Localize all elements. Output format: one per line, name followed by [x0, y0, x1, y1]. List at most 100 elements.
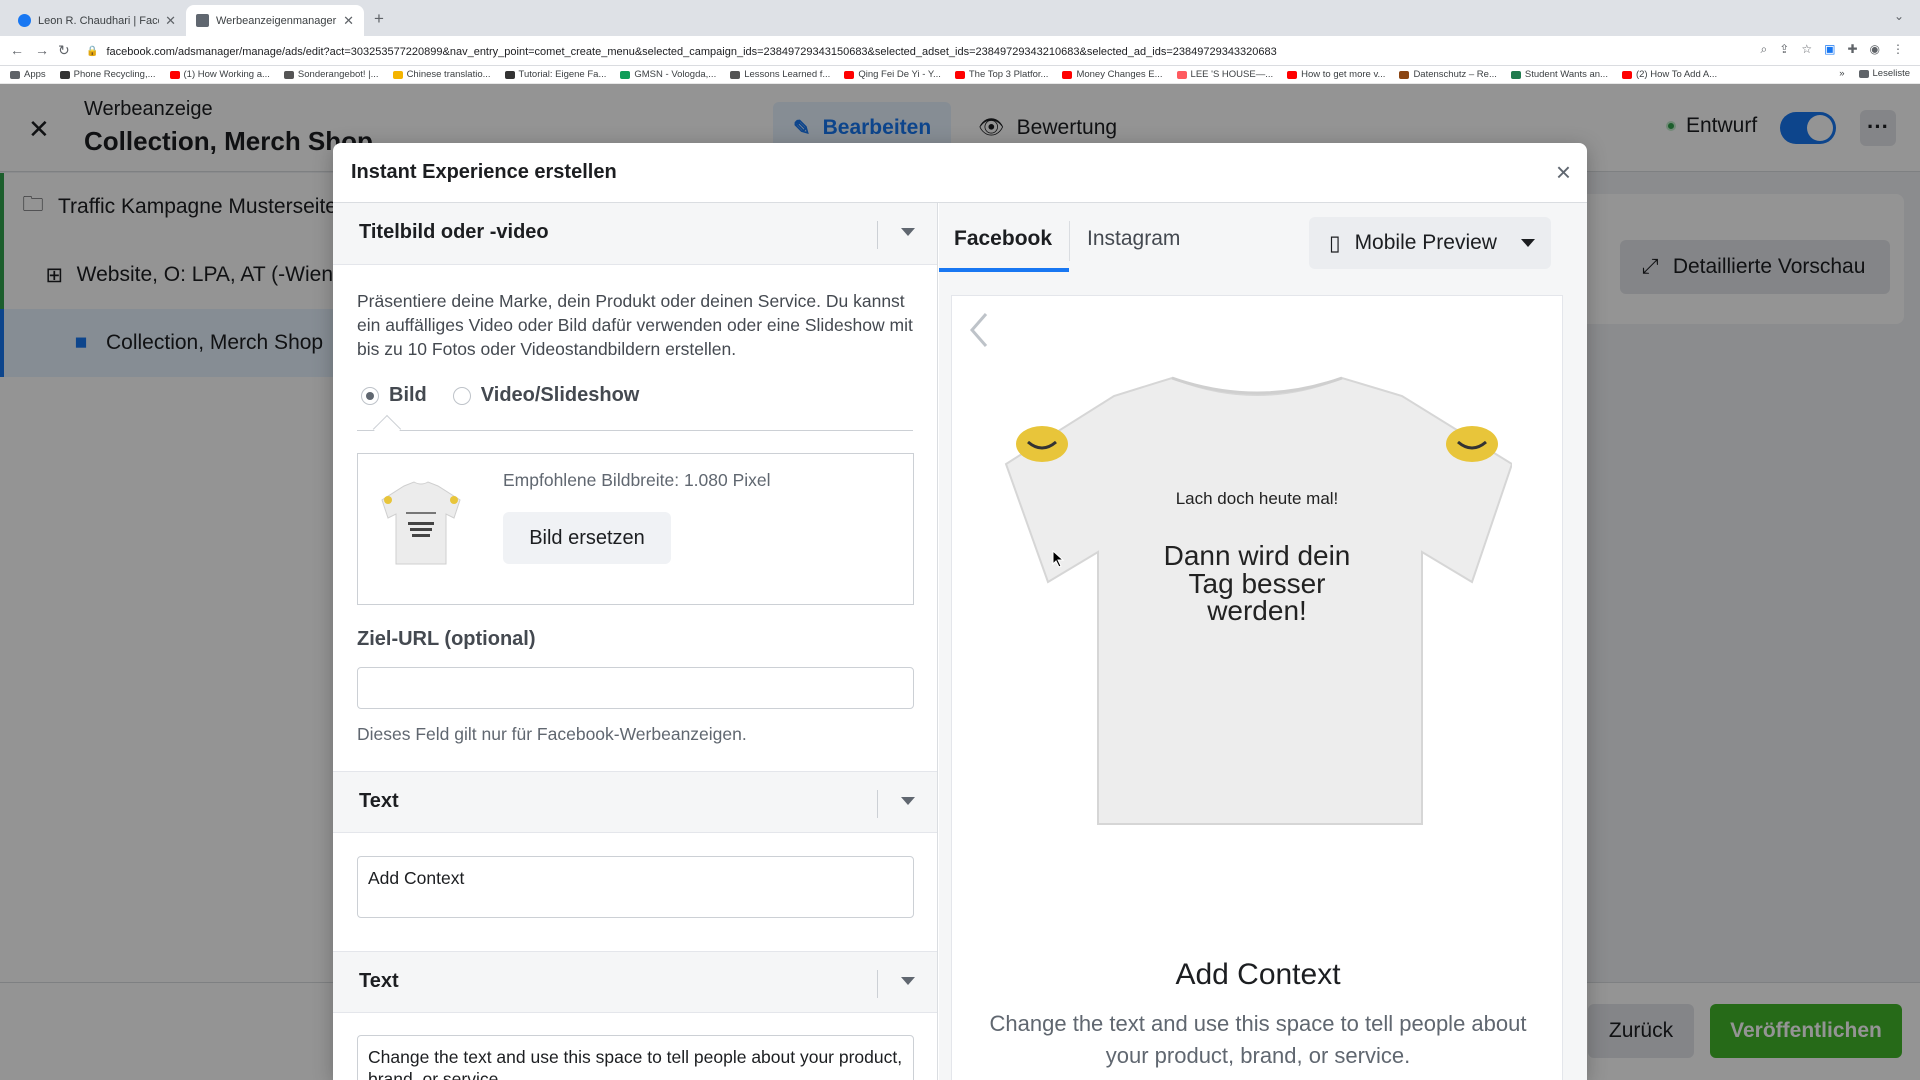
- target-url-input[interactable]: [357, 667, 914, 709]
- radio-unselected-icon[interactable]: [452, 386, 471, 405]
- bookmark-item[interactable]: Tutorial: Eigene Fa...: [504, 69, 606, 80]
- tab-search-chevron-icon[interactable]: ⌄: [1894, 9, 1904, 23]
- image-upload-box: Empfohlene Bildbreite: 1.080 Pixel Bild …: [357, 453, 914, 605]
- bookmark-item[interactable]: (2) How To Add A...: [1621, 69, 1717, 80]
- target-url-hint: Dieses Feld gilt nur für Facebook-Werbea…: [357, 724, 747, 744]
- youtube-icon: [169, 70, 180, 79]
- lock-icon: 🔒: [86, 46, 99, 57]
- bookmarks-bar: Apps Phone Recycling,... (1) How Working…: [0, 66, 1920, 84]
- extensions-puzzle-icon[interactable]: ✚: [1847, 42, 1857, 57]
- mobile-preview-dropdown[interactable]: ▯ Mobile Preview: [1309, 217, 1551, 269]
- tab-title: Werbeanzeigenmanager - Wer: [216, 14, 337, 27]
- radio-image[interactable]: Bild: [361, 384, 427, 407]
- instant-experience-modal: Instant Experience erstellen × Titelbild…: [333, 143, 1587, 1080]
- mobile-phone-icon: ▯: [1329, 231, 1341, 255]
- bookmark-item[interactable]: LEE 'S HOUSE—...: [1176, 69, 1273, 80]
- section-title: Text: [359, 790, 399, 812]
- browser-tab-facebook[interactable]: Leon R. Chaudhari | Facebook ✕: [8, 5, 186, 36]
- section-header-text-2[interactable]: Text: [333, 951, 937, 1013]
- bookmark-item[interactable]: Phone Recycling,...: [59, 69, 156, 80]
- bookmark-favicon-icon: [730, 70, 741, 79]
- modal-header: Instant Experience erstellen ×: [333, 143, 1587, 203]
- back-arrow-icon[interactable]: ←: [10, 42, 24, 58]
- caret-down-icon[interactable]: [901, 228, 915, 236]
- bookmark-favicon-icon: [392, 70, 403, 79]
- close-tab-icon[interactable]: ✕: [165, 13, 176, 29]
- share-icon[interactable]: ⇪: [1779, 42, 1789, 57]
- radio-video-slideshow[interactable]: Video/Slideshow: [452, 384, 639, 407]
- zoom-icon[interactable]: ⌕: [1761, 42, 1768, 57]
- bookmark-item[interactable]: The Top 3 Platfor...: [954, 69, 1048, 80]
- bookmark-item[interactable]: Student Wants an...: [1510, 69, 1608, 80]
- divider: [877, 970, 878, 998]
- section-header-text-1[interactable]: Text: [333, 771, 937, 833]
- browser-tab-adsmanager[interactable]: Werbeanzeigenmanager - Wer ✕: [186, 5, 364, 36]
- caret-down-icon: [1520, 239, 1535, 247]
- divider: [357, 430, 913, 431]
- shirt-image: Lach doch heute mal! Dann wird dein Tag …: [1004, 376, 1512, 825]
- facebook-favicon-icon: [18, 14, 31, 27]
- section-title: Titelbild oder -video: [359, 221, 549, 243]
- shirt-small-text: Lach doch heute mal!: [1176, 489, 1339, 508]
- profile-avatar-icon[interactable]: ◉: [1870, 42, 1880, 57]
- bookmark-favicon-icon: [283, 70, 294, 79]
- close-tab-icon[interactable]: ✕: [343, 13, 354, 29]
- bookmark-item[interactable]: Money Changes E...: [1062, 69, 1163, 80]
- active-tab-underline: [939, 268, 1069, 272]
- bookmark-favicon-icon: [620, 70, 631, 79]
- url-text: facebook.com/adsmanager/manage/ads/edit?…: [106, 45, 1277, 58]
- bookmark-item[interactable]: Qing Fei De Yi - Y...: [844, 69, 941, 80]
- section-title: Text: [359, 970, 399, 992]
- radio-selected-icon[interactable]: [361, 386, 379, 405]
- divider: [877, 790, 878, 818]
- divider: [1069, 221, 1070, 261]
- bookmark-favicon-icon: [1399, 70, 1410, 79]
- text-1-textarea[interactable]: Add Context: [357, 856, 914, 918]
- caret-down-icon[interactable]: [901, 977, 915, 985]
- bookmark-item[interactable]: (1) How Working a...: [169, 69, 270, 80]
- apps-grid-icon: [10, 70, 20, 79]
- divider: [877, 221, 878, 249]
- address-bar-row: ← → ↻ 🔒 facebook.com/adsmanager/manage/a…: [0, 36, 1920, 66]
- caret-down-icon[interactable]: [901, 797, 915, 805]
- close-modal-icon[interactable]: ×: [1556, 157, 1571, 188]
- youtube-icon: [1287, 70, 1298, 79]
- facebook-extension-icon[interactable]: ▣: [1824, 42, 1835, 57]
- bookmark-item[interactable]: GMSN - Vologda,...: [620, 69, 716, 80]
- replace-image-button[interactable]: Bild ersetzen: [503, 512, 671, 564]
- browser-menu-icon[interactable]: ⋮: [1892, 42, 1904, 57]
- bookmark-item[interactable]: Lessons Learned f...: [730, 69, 830, 80]
- section-header-cover[interactable]: Titelbild oder -video: [333, 203, 937, 265]
- bookmark-item[interactable]: Chinese translatio...: [392, 69, 491, 80]
- media-type-radio-group: Bild Video/Slideshow: [361, 384, 639, 407]
- tab-notch: [372, 414, 402, 444]
- preview-body: Change the text and use this space to te…: [989, 1011, 1527, 1068]
- reload-icon[interactable]: ↻: [58, 42, 70, 59]
- shirt-big-text-3: werden!: [1206, 595, 1307, 626]
- youtube-icon: [954, 70, 965, 79]
- more-bookmarks-icon[interactable]: »: [1839, 68, 1844, 79]
- modal-title: Instant Experience erstellen: [351, 161, 617, 183]
- youtube-icon: [844, 70, 855, 79]
- bookmark-item[interactable]: Sonderangebot! |...: [283, 69, 379, 80]
- tab-title: Leon R. Chaudhari | Facebook: [38, 14, 159, 27]
- mouse-cursor-icon: [1052, 550, 1065, 568]
- preview-heading: Add Context: [1175, 958, 1341, 991]
- bookmark-item[interactable]: Apps: [10, 69, 46, 80]
- bookmark-item[interactable]: How to get more v...: [1287, 69, 1385, 80]
- tab-instagram[interactable]: Instagram: [1087, 227, 1180, 251]
- shirt-thumbnail: [381, 481, 461, 565]
- tab-facebook[interactable]: Facebook: [954, 227, 1052, 251]
- instant-experience-form: Titelbild oder -video Präsentiere deine …: [333, 203, 938, 1080]
- text-2-textarea[interactable]: Change the text and use this space to te…: [357, 1035, 914, 1080]
- bookmark-item[interactable]: Datenschutz – Re...: [1399, 69, 1497, 80]
- youtube-icon: [1621, 70, 1632, 79]
- url-field[interactable]: 🔒 facebook.com/adsmanager/manage/ads/edi…: [86, 41, 1770, 62]
- reading-list[interactable]: Leseliste: [1858, 68, 1910, 79]
- bookmark-star-icon[interactable]: ☆: [1801, 42, 1812, 57]
- forward-arrow-icon[interactable]: →: [35, 42, 49, 58]
- new-tab-icon[interactable]: +: [374, 9, 384, 29]
- hash-icon: [504, 70, 515, 79]
- back-chevron-icon[interactable]: [966, 310, 990, 350]
- bookmarks-right: » Leseliste: [1839, 68, 1910, 79]
